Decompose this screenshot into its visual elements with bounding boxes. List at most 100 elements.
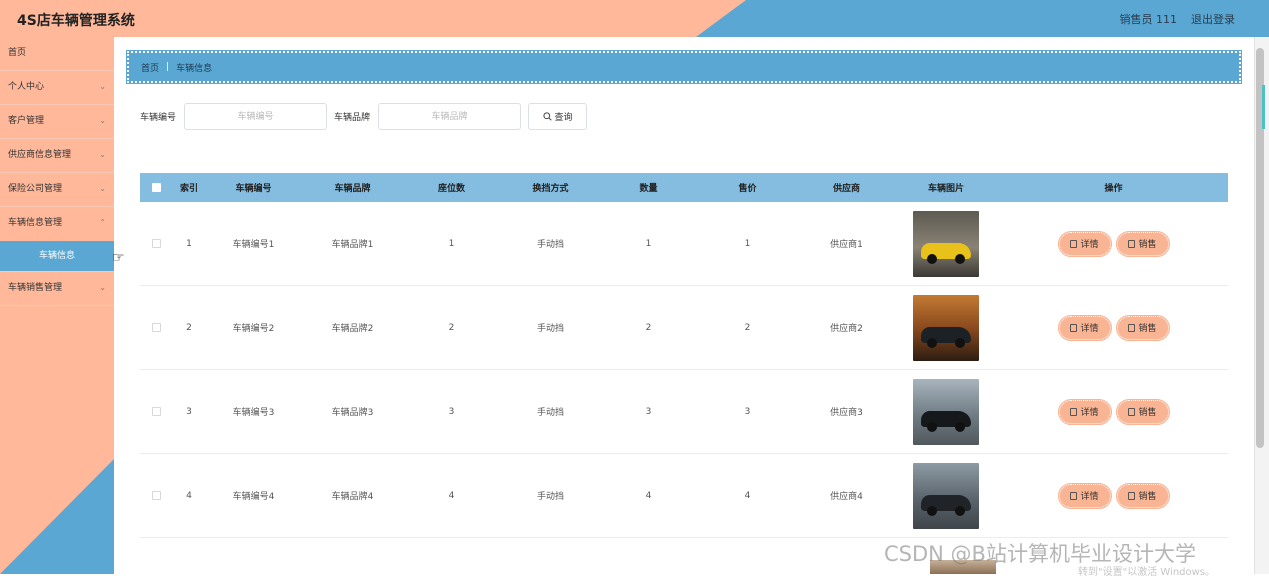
car-image[interactable]	[913, 210, 979, 277]
sell-button[interactable]: 销售	[1115, 398, 1170, 425]
sidebar-item-label: 车辆信息管理	[8, 218, 63, 228]
top-bar-peach-area	[0, 0, 746, 37]
cell-quantity: 1	[645, 238, 652, 249]
cell-supplier: 供应商3	[830, 408, 863, 418]
row-checkbox-cell	[140, 491, 172, 500]
logout-link[interactable]: 退出登录	[1191, 11, 1235, 27]
chevron-down-icon: ⌄	[99, 184, 106, 193]
header-gear: 换挡方式	[532, 184, 569, 194]
cell-seats: 2	[448, 322, 455, 333]
sell-button[interactable]: 销售	[1115, 230, 1170, 257]
select-all-checkbox[interactable]	[151, 183, 161, 192]
table-row: 2 车辆编号2 车辆品牌2 2 手动挡 2 2 供应商2 详情 销售	[140, 286, 1228, 370]
header-supplier: 供应商	[832, 184, 860, 194]
sidebar-item-supplier-management[interactable]: 供应商信息管理 ⌄	[0, 139, 114, 173]
header-quantity: 数量	[639, 184, 658, 194]
cell-image	[893, 210, 999, 277]
sidebar-group-vehicle-info: 车辆信息管理 ⌃ 车辆信息	[0, 207, 114, 272]
hand-cursor-icon: ☞	[112, 249, 125, 265]
cell-brand: 车辆品牌2	[331, 324, 374, 334]
sidebar-item-label: 客户管理	[8, 116, 45, 126]
vehicle-no-input[interactable]	[184, 103, 328, 130]
detail-button[interactable]: 详情	[1057, 482, 1112, 509]
chevron-up-icon: ⌃	[99, 218, 106, 227]
cell-seats: 4	[448, 490, 455, 501]
row-checkbox[interactable]	[151, 323, 161, 332]
header-index: 索引	[179, 184, 198, 194]
sell-button-label: 销售	[1138, 240, 1157, 250]
sell-button-label: 销售	[1138, 408, 1157, 418]
detail-button-label: 详情	[1080, 408, 1099, 418]
row-checkbox[interactable]	[151, 491, 161, 500]
breadcrumb: 首页 | 车辆信息	[126, 50, 1242, 84]
table-row: 1 车辆编号1 车辆品牌1 1 手动挡 1 1 供应商1 详情 销售	[140, 202, 1228, 286]
cell-supplier: 供应商2	[830, 324, 863, 334]
detail-button[interactable]: 详情	[1057, 230, 1112, 257]
cell-index: 4	[186, 490, 192, 501]
sidebar-item-insurance-management[interactable]: 保险公司管理 ⌄	[0, 173, 114, 207]
cell-quantity: 3	[645, 406, 652, 417]
cell-price: 3	[744, 406, 751, 417]
top-bar: 4S店车辆管理系统 销售员 111 退出登录	[0, 0, 1269, 37]
table-header: 索引 车辆编号 车辆品牌 座位数 换挡方式 数量 售价 供应商 车辆图片 操作	[140, 173, 1228, 202]
row-checkbox[interactable]	[151, 407, 161, 416]
cell-brand: 车辆品牌4	[331, 492, 374, 502]
top-right-user-area: 销售员 111 退出登录	[1120, 11, 1236, 27]
row-checkbox-cell	[140, 323, 172, 332]
header-seats: 座位数	[437, 184, 465, 194]
document-icon	[1128, 239, 1136, 248]
car-image[interactable]	[913, 294, 979, 361]
detail-button-label: 详情	[1080, 324, 1099, 334]
sidebar-item-label: 车辆销售管理	[8, 283, 63, 293]
header-vehicle-no: 车辆编号	[235, 184, 272, 194]
car-image[interactable]	[913, 462, 979, 529]
car-image[interactable]	[913, 378, 979, 445]
chevron-down-icon: ⌄	[99, 283, 106, 292]
sidebar-item-vehicle-info-management[interactable]: 车辆信息管理 ⌃	[0, 207, 114, 241]
cell-image	[893, 462, 999, 529]
vehicle-no-label: 车辆编号	[140, 113, 177, 123]
sell-button[interactable]: 销售	[1115, 482, 1170, 509]
breadcrumb-current: 车辆信息	[176, 63, 213, 74]
cell-gear: 手动挡	[536, 240, 564, 250]
breadcrumb-home[interactable]: 首页	[141, 61, 159, 74]
sidebar-corner-decoration	[0, 459, 114, 574]
header-checkbox-cell	[140, 183, 172, 192]
sidebar-item-personal-center[interactable]: 个人中心 ⌄	[0, 71, 114, 105]
sidebar-subitem-vehicle-info[interactable]: 车辆信息	[0, 241, 114, 271]
query-button[interactable]: 查询	[528, 103, 588, 130]
cell-price: 1	[744, 238, 751, 249]
sidebar-item-label: 首页	[8, 48, 27, 58]
cell-image	[893, 294, 999, 361]
detail-button-label: 详情	[1080, 240, 1099, 250]
search-bar: 车辆编号 车辆品牌 查询	[140, 103, 588, 130]
sidebar-item-customer-management[interactable]: 客户管理 ⌄	[0, 105, 114, 139]
header-image: 车辆图片	[927, 184, 964, 194]
brand-input[interactable]	[378, 103, 522, 130]
windows-activation-text: 转到"设置"以激活 Windows。	[1078, 567, 1216, 578]
detail-button[interactable]: 详情	[1057, 398, 1112, 425]
cell-supplier: 供应商4	[830, 492, 863, 502]
vehicle-table: 索引 车辆编号 车辆品牌 座位数 换挡方式 数量 售价 供应商 车辆图片 操作 …	[140, 173, 1228, 538]
breadcrumb-separator: |	[166, 62, 170, 72]
row-checkbox[interactable]	[151, 239, 161, 248]
chevron-down-icon: ⌄	[99, 82, 106, 91]
user-label[interactable]: 销售员 111	[1120, 11, 1178, 27]
cell-brand: 车辆品牌3	[331, 408, 374, 418]
sidebar-item-home[interactable]: 首页	[0, 37, 114, 71]
document-icon	[1070, 491, 1078, 500]
detail-button-label: 详情	[1080, 492, 1099, 502]
sidebar-item-vehicle-sales-management[interactable]: 车辆销售管理 ⌄	[0, 272, 114, 306]
cell-gear: 手动挡	[536, 492, 564, 502]
cell-price: 2	[744, 322, 751, 333]
app-title: 4S店车辆管理系统	[17, 13, 135, 29]
cell-actions: 详情 销售	[999, 482, 1228, 509]
cell-supplier: 供应商1	[830, 240, 863, 250]
sell-button-label: 销售	[1138, 492, 1157, 502]
row-checkbox-cell	[140, 239, 172, 248]
cell-actions: 详情 销售	[999, 230, 1228, 257]
document-icon	[1070, 323, 1078, 332]
sell-button[interactable]: 销售	[1115, 314, 1170, 341]
search-icon	[542, 112, 552, 121]
detail-button[interactable]: 详情	[1057, 314, 1112, 341]
